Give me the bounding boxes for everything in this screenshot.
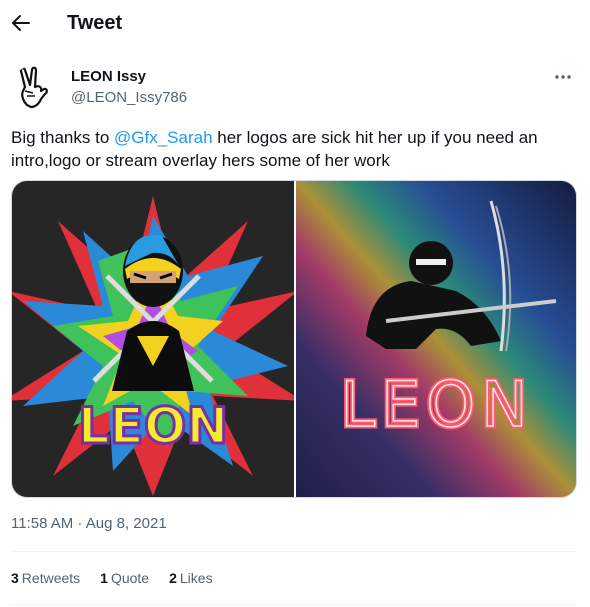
more-options-button[interactable] bbox=[553, 69, 573, 85]
quotes-stat[interactable]: 1 Quote bbox=[100, 570, 149, 586]
tweet-text: Big thanks to @Gfx_Sarah her logos are s… bbox=[11, 126, 571, 172]
more-dots-icon bbox=[555, 75, 571, 79]
tweet-timestamp[interactable]: 11:58 AM · Aug 8, 2021 bbox=[11, 515, 167, 532]
user-handle[interactable]: @LEON_Issy786 bbox=[71, 89, 187, 106]
divider bbox=[11, 551, 577, 552]
left-logo-text: LEON bbox=[78, 397, 228, 455]
peace-hand-icon bbox=[19, 66, 48, 109]
ninja-logo-neon-image: LEON LEON bbox=[296, 181, 576, 497]
retweets-count: 3 bbox=[11, 570, 19, 586]
display-name[interactable]: LEON Issy bbox=[71, 68, 146, 85]
header: Tweet bbox=[0, 0, 590, 53]
page-title: Tweet bbox=[67, 12, 123, 34]
retweets-label: Retweets bbox=[21, 570, 81, 586]
tweet-image-1[interactable]: LEON bbox=[12, 181, 303, 497]
media-grid: LEON LEON LEON bbox=[11, 180, 577, 498]
right-logo-text-glow: LEON bbox=[341, 368, 534, 441]
ninja-logo-yellow-image: LEON bbox=[12, 181, 303, 497]
back-arrow-icon bbox=[12, 15, 30, 31]
engagement-stats: 3 Retweets 1 Quote 2 Likes bbox=[11, 570, 213, 586]
likes-count: 2 bbox=[169, 570, 177, 586]
avatar[interactable] bbox=[11, 65, 59, 113]
back-button[interactable] bbox=[4, 6, 38, 40]
likes-stat[interactable]: 2 Likes bbox=[169, 570, 212, 586]
divider bbox=[11, 604, 577, 605]
author-row: LEON Issy @LEON_Issy786 bbox=[11, 65, 581, 115]
mention-link[interactable]: @Gfx_Sarah bbox=[114, 128, 213, 147]
likes-label: Likes bbox=[179, 570, 213, 586]
quotes-count: 1 bbox=[100, 570, 108, 586]
tweet-text-start: Big thanks to bbox=[11, 128, 115, 147]
retweets-stat[interactable]: 3 Retweets bbox=[11, 570, 80, 586]
quotes-label: Quote bbox=[110, 570, 150, 586]
tweet-image-2[interactable]: LEON LEON bbox=[296, 181, 576, 497]
